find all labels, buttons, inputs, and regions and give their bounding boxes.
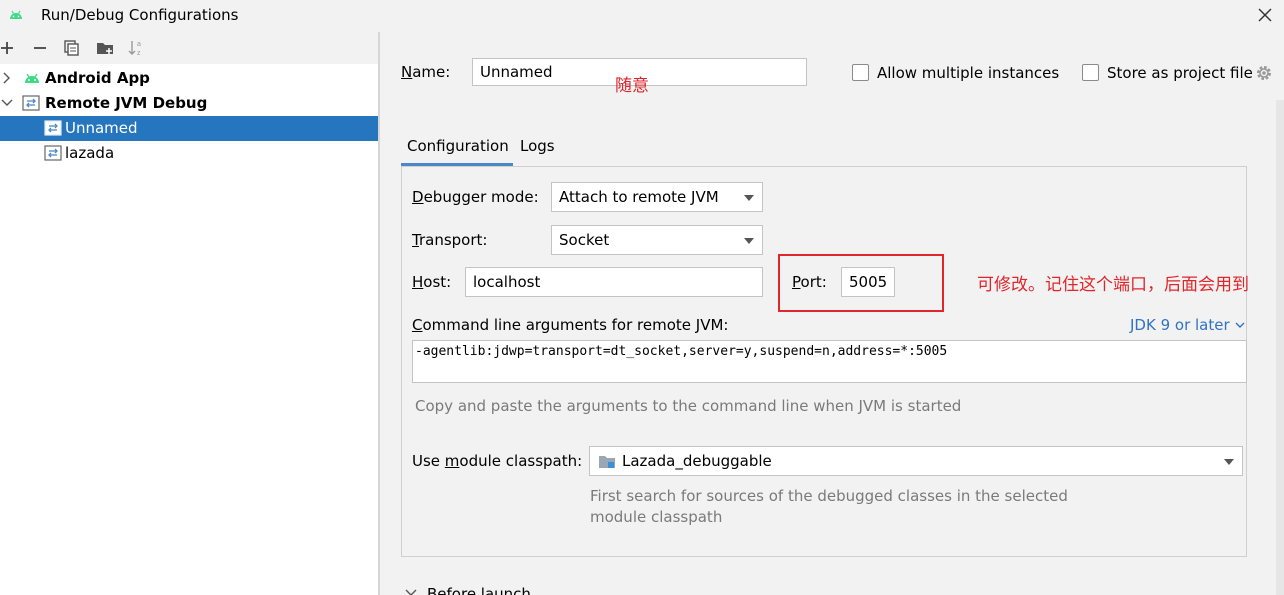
module-classpath-label: Use module classpath: (412, 452, 583, 470)
debugger-mode-select[interactable]: Attach to remote JVM (551, 182, 763, 212)
host-label: Host: (412, 273, 452, 291)
cmd-label: Command line arguments for remote JVM: (412, 316, 729, 334)
port-annotation: 可修改。记住这个端口，后面会用到 (977, 275, 1249, 295)
copy-icon[interactable] (62, 38, 82, 58)
tree-group-android-app[interactable]: Android App (0, 66, 378, 91)
android-icon (10, 10, 22, 19)
transport-value: Socket (559, 231, 610, 249)
allow-multiple-checkbox[interactable] (852, 64, 869, 81)
tree-item-label: Unnamed (65, 119, 138, 137)
chevron-down-icon (1235, 322, 1245, 328)
svg-text:a: a (137, 41, 141, 48)
remote-debug-icon (44, 120, 62, 136)
configuration-tree: Android App Remote JVM Debug Unnamed laz… (0, 64, 378, 595)
before-launch-label: Before launch (427, 585, 531, 595)
jdk-version-text: JDK 9 or later (1130, 316, 1230, 334)
remove-icon[interactable] (30, 38, 50, 58)
host-input[interactable]: localhost (465, 267, 763, 297)
close-icon[interactable] (1254, 4, 1276, 26)
tree-item-unnamed[interactable]: Unnamed (0, 116, 378, 141)
dropdown-arrow-icon (744, 238, 754, 244)
chevron-down-icon[interactable] (404, 588, 418, 595)
module-folder-icon (599, 456, 615, 468)
dropdown-arrow-icon (1224, 459, 1234, 465)
scrollbar-track[interactable] (1276, 100, 1284, 595)
dropdown-arrow-icon (744, 195, 754, 201)
tab-configuration[interactable]: Configuration (407, 137, 509, 155)
port-input[interactable]: 5005 (841, 267, 895, 297)
name-label: Name: (401, 63, 451, 81)
tree-item-lazada[interactable]: lazada (0, 141, 378, 166)
remote-debug-icon (44, 145, 62, 161)
tree-group-label: Remote JVM Debug (45, 94, 208, 112)
debugger-mode-value: Attach to remote JVM (559, 188, 719, 206)
jdk-version-link[interactable]: JDK 9 or later (1130, 316, 1246, 334)
sort-icon[interactable]: a z (127, 38, 147, 58)
tree-group-remote-jvm-debug[interactable]: Remote JVM Debug (0, 91, 378, 116)
remote-debug-icon (22, 95, 40, 111)
gear-icon[interactable] (1255, 64, 1273, 82)
transport-label: Transport: (412, 231, 488, 249)
store-project-checkbox[interactable] (1082, 64, 1099, 81)
chevron-right-icon[interactable] (0, 71, 14, 85)
name-annotation: 随意 (615, 76, 649, 96)
cmd-args-textarea[interactable]: -agentlib:jdwp=transport=dt_socket,serve… (412, 340, 1247, 383)
add-icon[interactable] (0, 38, 17, 58)
tree-item-label: lazada (65, 144, 115, 162)
module-classpath-value: Lazada_debuggable (622, 452, 772, 470)
title-bar: Run/Debug Configurations (0, 0, 1284, 32)
new-folder-icon[interactable] (95, 38, 115, 58)
store-project-label: Store as project file (1107, 64, 1253, 82)
window-title: Run/Debug Configurations (41, 6, 239, 24)
chevron-down-icon[interactable] (0, 96, 14, 110)
module-hint-line1: First search for sources of the debugged… (590, 487, 1068, 505)
tree-group-label: Android App (45, 69, 150, 87)
configuration-form: Name: Unnamed 随意 Allow multiple instance… (380, 32, 1284, 595)
debugger-mode-label: Debugger mode: (412, 188, 539, 206)
port-label: Port: (792, 273, 827, 291)
module-classpath-select[interactable]: Lazada_debuggable (589, 446, 1243, 476)
transport-select[interactable]: Socket (551, 225, 763, 255)
module-hint-line2: module classpath (590, 508, 723, 526)
svg-text:z: z (137, 50, 141, 57)
tab-logs[interactable]: Logs (520, 137, 555, 155)
tree-toolbar: a z (0, 32, 378, 64)
name-label-rest: ame: (412, 63, 451, 81)
allow-multiple-label: Allow multiple instances (877, 64, 1060, 82)
android-icon (25, 73, 39, 83)
cmd-hint: Copy and paste the arguments to the comm… (415, 397, 962, 415)
